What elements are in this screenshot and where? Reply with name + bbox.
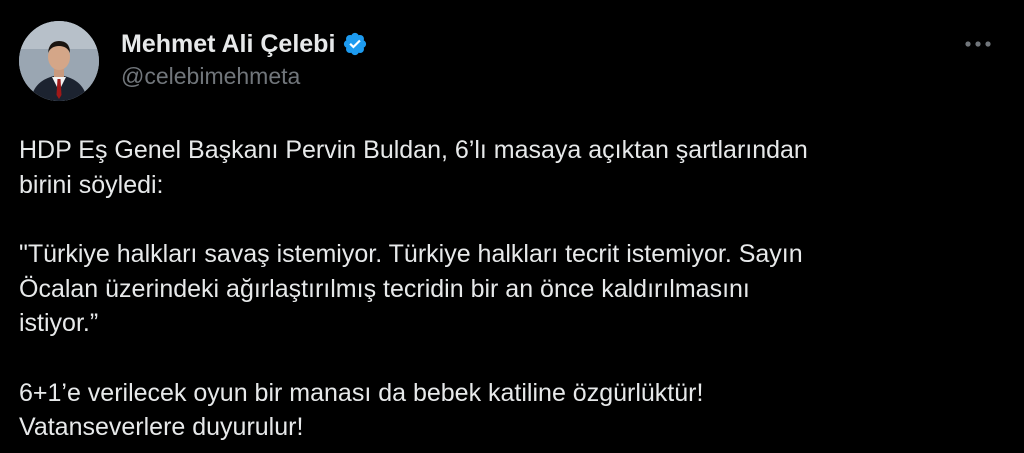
more-options-icon	[965, 41, 991, 47]
verified-badge-icon	[342, 31, 368, 57]
tweet-paragraph: 6+1’e verilecek oyun bir manası da bebek…	[19, 378, 704, 442]
author-avatar[interactable]	[19, 21, 99, 101]
author-display-name[interactable]: Mehmet Ali Çelebi	[121, 30, 335, 59]
tweet-paragraph: "Türkiye halkları savaş istemiyor. Türki…	[19, 240, 803, 337]
more-options-button[interactable]	[956, 29, 1000, 59]
tweet-text: HDP Eş Genel Başkanı Pervin Buldan, 6’lı…	[19, 133, 1009, 445]
tweet-card: Mehmet Ali Çelebi @celebimehmeta HDP Eş …	[0, 0, 1024, 453]
author-name-row: Mehmet Ali Çelebi	[121, 27, 368, 61]
author-handle[interactable]: @celebimehmeta	[121, 63, 300, 90]
tweet-paragraph: HDP Eş Genel Başkanı Pervin Buldan, 6’lı…	[19, 136, 808, 199]
profile-photo-avatar	[19, 21, 99, 101]
